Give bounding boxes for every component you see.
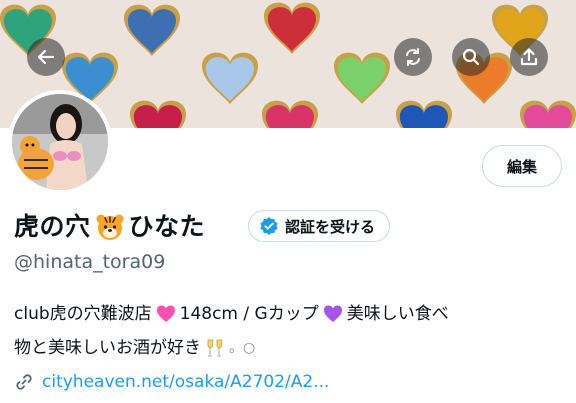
bio-segment-food: 美味しい食べ [346,304,449,324]
purple-heart-icon [323,305,342,322]
user-handle: @hinata_tora09 [14,251,166,273]
share-button[interactable] [510,38,548,76]
avatar-photo [12,94,108,190]
search-icon [462,48,480,66]
edit-profile-button[interactable]: 編集 [482,145,562,187]
verify-label: 認証を受ける [285,217,376,236]
clinking-glasses-icon [207,339,223,357]
back-button[interactable] [27,38,65,76]
share-icon [520,48,538,66]
display-name-part1: 虎の穴 [14,212,91,241]
avatar[interactable] [8,90,112,194]
back-arrow-icon [37,49,55,65]
pink-heart-icon [156,305,175,322]
tiger-face-icon [96,214,124,240]
get-verified-button[interactable]: 認証を受ける [248,210,391,242]
bio-segment-size: 148cm / Gカップ [179,304,319,324]
link-url-text[interactable]: cityheaven.net/osaka/A2702/A2... [42,372,329,392]
bio-segment-bubbles: 。○ [229,340,256,356]
bio-segment-drink: 物と美味しいお酒が好き [14,338,201,358]
bio-segment-shop: club虎の穴難波店 [14,304,152,324]
profile-link[interactable]: cityheaven.net/osaka/A2702/A2... [14,372,329,392]
refresh-icon [406,48,420,66]
search-button[interactable] [452,38,490,76]
profile-bio: club虎の穴難波店 148cm / Gカップ 美味しい食べ 物と美味しいお酒が… [14,297,564,365]
link-icon [16,374,32,390]
refresh-button[interactable] [394,38,432,76]
display-name: 虎の穴 ひなた [14,208,205,242]
display-name-part2: ひなた [128,212,206,241]
verified-badge-icon [260,217,278,235]
